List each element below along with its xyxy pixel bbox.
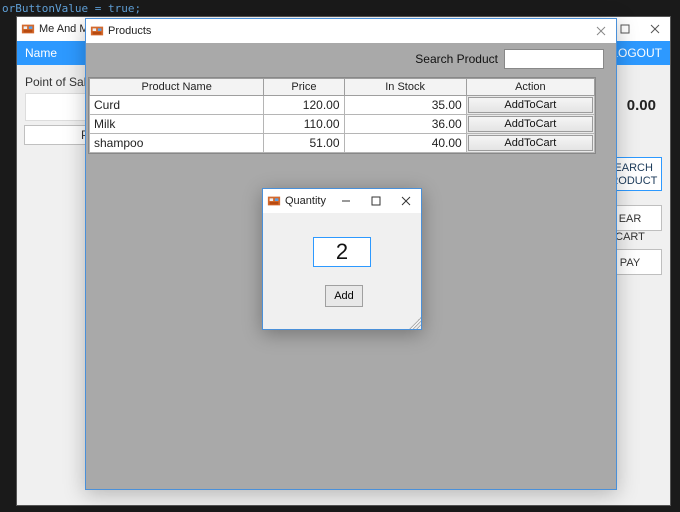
quantity-input[interactable] xyxy=(313,237,371,267)
cart-grid-header-trunc: P xyxy=(24,125,94,145)
table-row[interactable]: Curd120.0035.00AddToCart xyxy=(90,96,595,115)
pos-heading: Point of Sal xyxy=(25,75,86,89)
app-icon xyxy=(21,22,35,36)
cell-price[interactable]: 51.00 xyxy=(264,134,344,153)
quantity-minimize-button[interactable] xyxy=(331,189,361,213)
cell-price[interactable]: 120.00 xyxy=(264,96,344,115)
cell-stock[interactable]: 35.00 xyxy=(344,96,466,115)
quantity-window: Quantity Add xyxy=(262,188,422,330)
cell-name[interactable]: Milk xyxy=(90,115,264,134)
banner-name-label: Name xyxy=(25,46,57,60)
table-row[interactable]: shampoo51.0040.00AddToCart xyxy=(90,134,595,153)
banner-logout-link[interactable]: LOGOUT xyxy=(611,46,662,60)
cell-name[interactable]: Curd xyxy=(90,96,264,115)
products-close-button[interactable] xyxy=(586,19,616,43)
quantity-close-button[interactable] xyxy=(391,189,421,213)
cell-name[interactable]: shampoo xyxy=(90,134,264,153)
products-grid[interactable]: Product Name Price In Stock Action Curd1… xyxy=(88,77,596,154)
quantity-maximize-button[interactable] xyxy=(361,189,391,213)
cell-price[interactable]: 110.00 xyxy=(264,115,344,134)
search-product-input[interactable] xyxy=(504,49,604,69)
col-action[interactable]: Action xyxy=(466,79,594,96)
app-icon xyxy=(90,24,104,38)
products-title: Products xyxy=(108,25,151,37)
quantity-title: Quantity xyxy=(285,195,326,207)
app-icon xyxy=(267,194,281,208)
products-titlebar[interactable]: Products xyxy=(86,19,616,43)
cell-stock[interactable]: 40.00 xyxy=(344,134,466,153)
cell-stock[interactable]: 36.00 xyxy=(344,115,466,134)
editor-background: orButtonValue = true; xyxy=(0,0,143,17)
add-to-cart-button[interactable]: AddToCart xyxy=(468,116,593,132)
quantity-add-button[interactable]: Add xyxy=(325,285,363,307)
total-value: 0.00 xyxy=(627,97,656,114)
table-row[interactable]: Milk110.0036.00AddToCart xyxy=(90,115,595,134)
col-product-name[interactable]: Product Name xyxy=(90,79,264,96)
add-to-cart-button[interactable]: AddToCart xyxy=(468,135,593,151)
quantity-titlebar[interactable]: Quantity xyxy=(263,189,421,213)
close-button[interactable] xyxy=(640,17,670,41)
col-stock[interactable]: In Stock xyxy=(344,79,466,96)
col-price[interactable]: Price xyxy=(264,79,344,96)
add-to-cart-button[interactable]: AddToCart xyxy=(468,97,593,113)
resize-grip-icon[interactable] xyxy=(409,317,421,329)
search-product-label: Search Product xyxy=(415,52,498,66)
